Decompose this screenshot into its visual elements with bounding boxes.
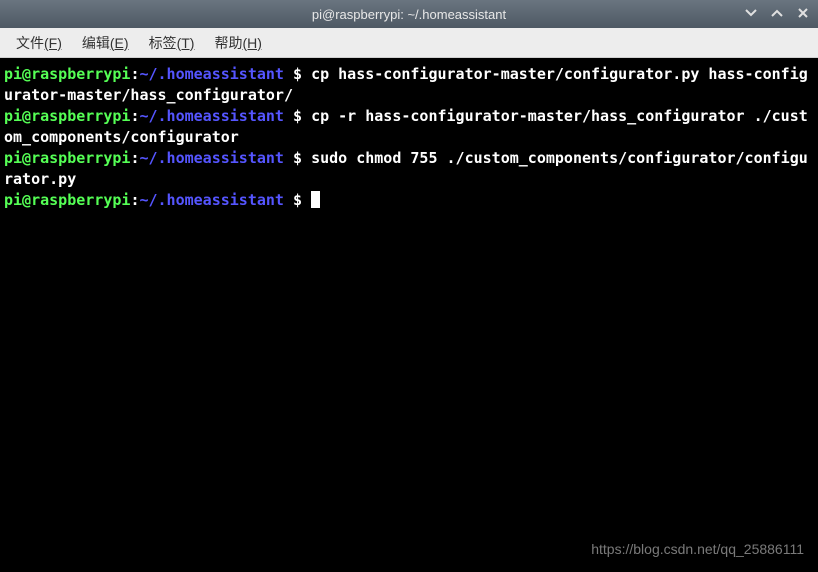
menu-file[interactable]: 文件(F) (6, 29, 72, 57)
prompt-line: pi@raspberrypi:~/.homeassistant $ (4, 107, 311, 125)
window-titlebar: pi@raspberrypi: ~/.homeassistant (0, 0, 818, 28)
menu-bar: 文件(F) 编辑(E) 标签(T) 帮助(H) (0, 28, 818, 58)
prompt-line: pi@raspberrypi:~/.homeassistant $ (4, 149, 311, 167)
close-icon[interactable] (796, 6, 810, 23)
prompt-path: ~/.homeassistant (139, 65, 284, 83)
prompt-line: pi@raspberrypi:~/.homeassistant $ (4, 65, 311, 83)
prompt-path: ~/.homeassistant (139, 191, 284, 209)
prompt-line: pi@raspberrypi:~/.homeassistant $ (4, 191, 311, 209)
menu-tabs[interactable]: 标签(T) (139, 29, 205, 57)
terminal-cursor (311, 191, 320, 208)
minimize-icon[interactable] (744, 6, 758, 23)
window-controls (744, 6, 810, 23)
maximize-icon[interactable] (770, 6, 784, 23)
prompt-path: ~/.homeassistant (139, 107, 284, 125)
prompt-user: pi@raspberrypi (4, 107, 130, 125)
watermark-text: https://blog.csdn.net/qq_25886111 (591, 539, 804, 560)
menu-edit[interactable]: 编辑(E) (72, 29, 139, 57)
prompt-user: pi@raspberrypi (4, 65, 130, 83)
prompt-user: pi@raspberrypi (4, 191, 130, 209)
menu-help[interactable]: 帮助(H) (204, 29, 271, 57)
prompt-path: ~/.homeassistant (139, 149, 284, 167)
prompt-user: pi@raspberrypi (4, 149, 130, 167)
terminal-area[interactable]: pi@raspberrypi:~/.homeassistant $ cp has… (0, 58, 818, 572)
window-title: pi@raspberrypi: ~/.homeassistant (312, 7, 506, 22)
